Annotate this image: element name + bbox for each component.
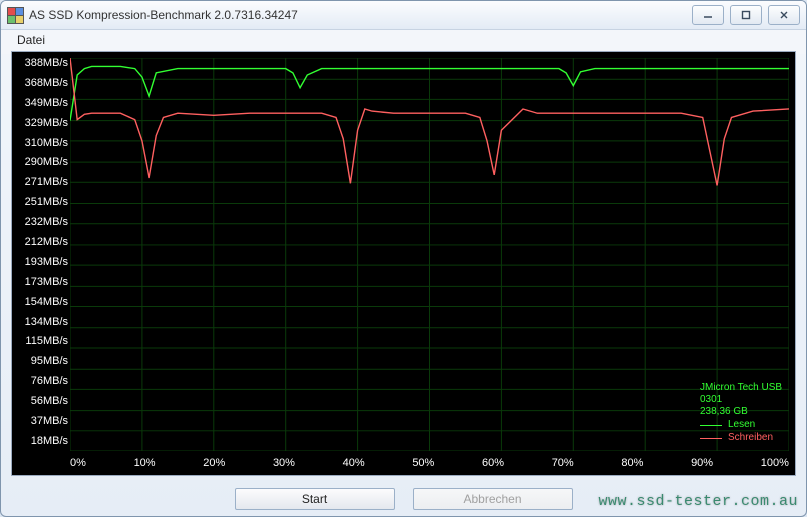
chart-panel: 388MB/s368MB/s349MB/s329MB/s310MB/s290MB… xyxy=(11,51,796,476)
y-axis-labels: 388MB/s368MB/s349MB/s329MB/s310MB/s290MB… xyxy=(14,58,68,447)
app-icon xyxy=(7,7,23,23)
close-button[interactable] xyxy=(768,5,800,25)
menu-file[interactable]: Datei xyxy=(11,32,51,48)
legend-device-line2: 0301 xyxy=(700,394,793,406)
x-axis-labels: 0%10%20%30%40%50%60%70%80%90%100% xyxy=(70,457,789,469)
legend-read: Lesen xyxy=(700,419,793,431)
legend-write: Schreiben xyxy=(700,432,793,444)
chart: 388MB/s368MB/s349MB/s329MB/s310MB/s290MB… xyxy=(12,52,795,475)
maximize-button[interactable] xyxy=(730,5,762,25)
minimize-button[interactable] xyxy=(692,5,724,25)
legend-capacity: 238,36 GB xyxy=(700,406,793,418)
app-window: AS SSD Kompression-Benchmark 2.0.7316.34… xyxy=(0,0,807,517)
watermark: www.ssd-tester.com.au xyxy=(598,493,798,510)
legend: JMicron Tech USB 0301 238,36 GB Lesen Sc… xyxy=(697,379,795,447)
plot-area xyxy=(70,58,789,451)
window-buttons xyxy=(692,5,800,25)
cancel-button[interactable]: Abbrechen xyxy=(413,488,573,510)
titlebar: AS SSD Kompression-Benchmark 2.0.7316.34… xyxy=(1,1,806,30)
start-button[interactable]: Start xyxy=(235,488,395,510)
legend-device-line1: JMicron Tech USB xyxy=(700,382,793,394)
window-title: AS SSD Kompression-Benchmark 2.0.7316.34… xyxy=(29,8,298,22)
